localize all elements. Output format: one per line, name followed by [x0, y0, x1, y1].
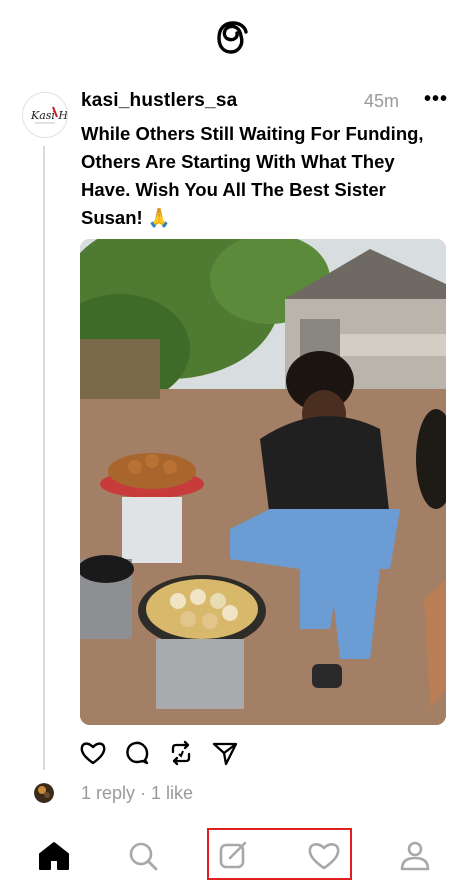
repost-icon[interactable]: [166, 738, 196, 768]
more-options-button[interactable]: •••: [424, 88, 448, 111]
home-icon[interactable]: [36, 838, 72, 874]
avatar-logo-text: Kasi H: [30, 109, 67, 122]
post-photo[interactable]: [80, 239, 446, 725]
threads-logo-icon[interactable]: [214, 18, 252, 58]
highlight-box: [207, 828, 352, 880]
post-stats[interactable]: 1 reply · 1 like: [81, 783, 193, 804]
comment-icon[interactable]: [122, 738, 152, 768]
post-text: While Others Still Waiting For Funding, …: [81, 123, 424, 228]
profile-icon[interactable]: [397, 838, 433, 874]
avatar[interactable]: Kasi H: [22, 92, 68, 138]
share-icon[interactable]: [210, 738, 240, 768]
username[interactable]: kasi_hustlers_sa: [81, 90, 237, 112]
heart-icon[interactable]: [78, 738, 108, 768]
post-time: 45m: [364, 91, 400, 111]
search-icon[interactable]: [125, 838, 161, 874]
post-actions: [78, 738, 248, 772]
thread-line: [43, 146, 45, 770]
reply-avatar[interactable]: [34, 783, 54, 803]
